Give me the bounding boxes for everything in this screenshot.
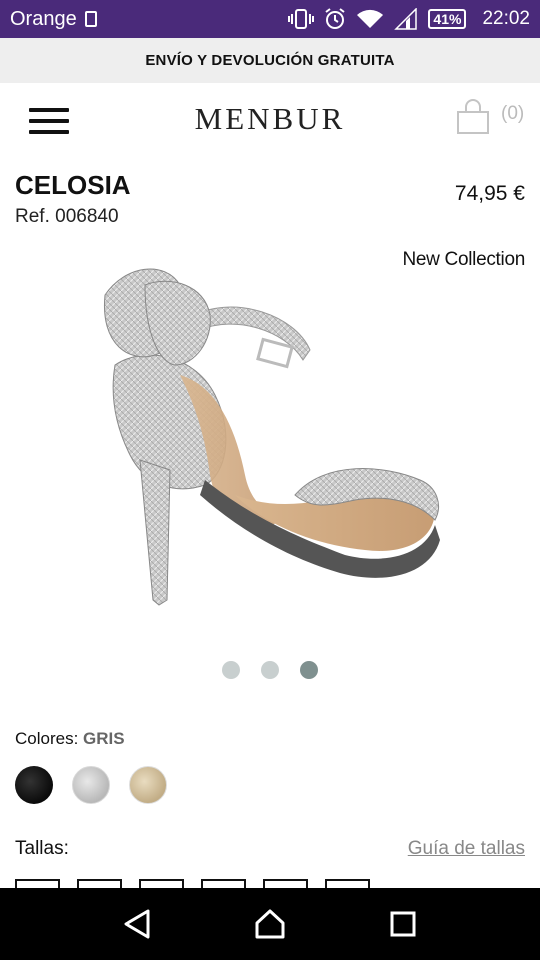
carousel-dot[interactable] bbox=[222, 661, 240, 679]
recents-button[interactable] bbox=[373, 894, 433, 954]
status-icons: 41% 22:02 bbox=[288, 8, 530, 30]
image-carousel-dots bbox=[0, 661, 540, 679]
back-button[interactable] bbox=[107, 894, 167, 954]
navigation-bar bbox=[0, 888, 540, 960]
cart-button[interactable]: (0) bbox=[455, 99, 524, 135]
carousel-dot[interactable] bbox=[261, 661, 279, 679]
product-ref: Ref. 006840 bbox=[15, 206, 119, 227]
color-swatch-silver[interactable] bbox=[72, 766, 110, 804]
menu-icon bbox=[29, 108, 69, 112]
color-swatch-black[interactable] bbox=[15, 766, 53, 804]
carousel-dot-active[interactable] bbox=[300, 661, 318, 679]
sizes-label: Tallas: bbox=[15, 838, 69, 859]
back-icon bbox=[124, 909, 150, 939]
recents-icon bbox=[390, 911, 416, 937]
home-icon bbox=[255, 909, 285, 939]
cart-count: (0) bbox=[501, 103, 525, 124]
signal-icon bbox=[394, 8, 418, 30]
wifi-icon bbox=[357, 9, 384, 28]
battery-level: 41% bbox=[433, 11, 462, 27]
color-swatches bbox=[15, 766, 167, 804]
selected-color: GRIS bbox=[83, 729, 125, 748]
promo-banner: ENVÍO Y DEVOLUCIÓN GRATUITA bbox=[0, 38, 540, 83]
product-image[interactable] bbox=[85, 255, 455, 625]
clock: 22:02 bbox=[482, 8, 530, 29]
status-bar: Orange 41% 22:02 bbox=[0, 0, 540, 38]
battery-icon: 41% bbox=[428, 9, 467, 29]
sim-card-icon bbox=[84, 11, 97, 27]
product-name: CELOSIA bbox=[15, 170, 131, 200]
colors-label: Colores: GRIS bbox=[15, 729, 125, 749]
alarm-icon bbox=[325, 8, 346, 29]
color-swatch-gold[interactable] bbox=[129, 766, 167, 804]
menu-button[interactable] bbox=[29, 108, 69, 134]
product-price: 74,95 € bbox=[454, 182, 525, 205]
site-header: MENBUR (0) bbox=[0, 83, 540, 158]
home-button[interactable] bbox=[240, 894, 300, 954]
colors-label-text: Colores: bbox=[15, 729, 79, 748]
vibrate-icon bbox=[288, 9, 315, 29]
size-guide-link[interactable]: Guía de tallas bbox=[408, 838, 525, 860]
shopping-bag-icon bbox=[457, 99, 489, 134]
carrier-name: Orange bbox=[10, 7, 77, 30]
